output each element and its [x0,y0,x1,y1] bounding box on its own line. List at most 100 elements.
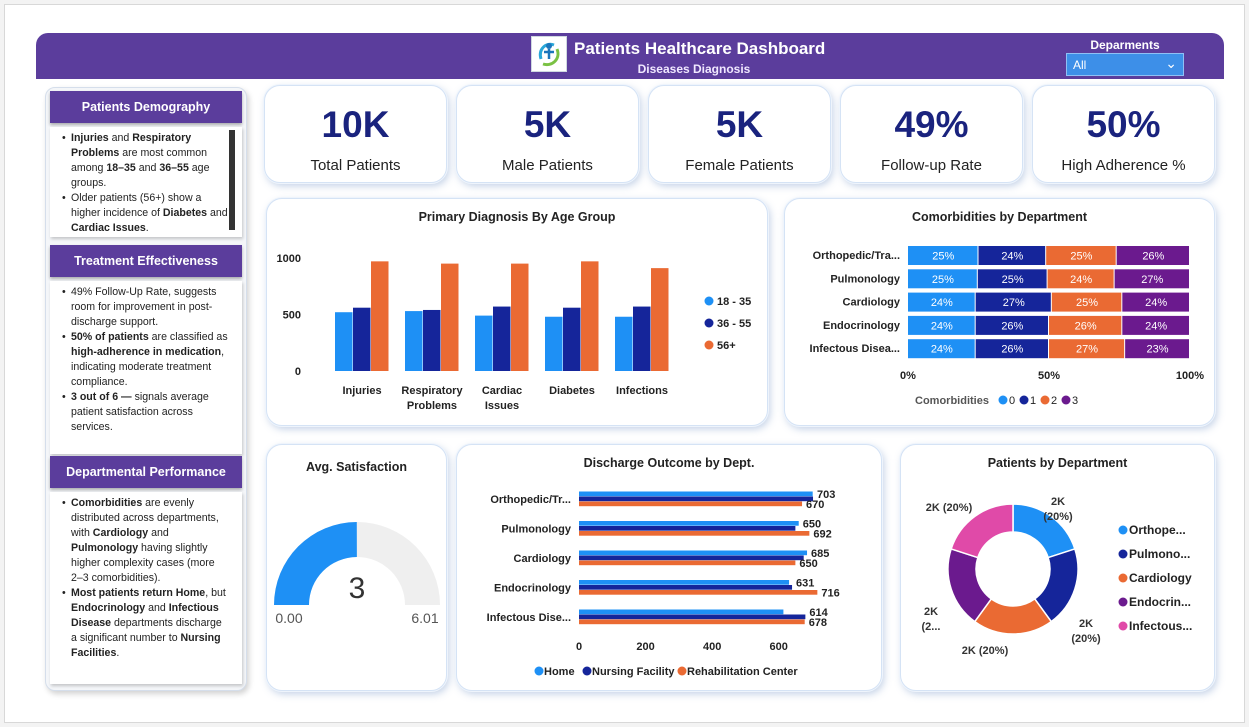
data-label: 27% [1076,344,1098,356]
bar [423,309,441,371]
gauge-fill [274,522,357,605]
y-tick-label: Endocrinology [823,320,901,332]
bar [651,268,669,371]
list-item: 50% of patients are classified as high-a… [62,330,228,390]
x-tick-label: 0% [900,370,916,382]
legend-swatch [1118,621,1128,631]
bar [493,306,511,371]
bar [579,531,810,536]
kpi-label: Female Patients [685,157,794,174]
bar [579,550,808,556]
bar [579,590,818,595]
department-filter-label: Deparments [1090,38,1160,52]
x-tick-label: 200 [636,641,654,653]
bar [405,311,423,371]
legend-label: 1 [1030,395,1036,407]
y-tick-label: 0 [295,366,301,378]
legend-swatch [1118,525,1128,535]
legend-label: Endocrin... [1129,595,1191,609]
legend-swatch [1040,395,1050,405]
satisfaction-gauge: 3 0.00 6.01 [274,522,440,626]
legend-swatch [1118,573,1128,583]
kpi-card-follow-up-rate: 49% Follow-up Rate [840,85,1023,183]
legend-swatch [677,666,687,676]
kpi-value: 50% [1086,104,1161,145]
x-tick-label: Cardiac [482,385,522,397]
kpi-value: 5K [523,104,572,145]
x-tick-label: Injuries [342,385,381,397]
data-label: 24% [931,297,953,309]
legend-label: 3 [1072,395,1078,407]
data-label: 692 [813,529,831,541]
department-filter-value: All [1073,58,1087,72]
bar [579,496,814,502]
y-tick-label: Infectous Disea... [810,343,900,355]
page-title: Patients Healthcare Dashboard [574,39,826,58]
kpi-card-total-patients: 10K Total Patients [264,85,447,183]
list-item: Older patients (56+) show a higher incid… [62,191,228,236]
bar [475,315,493,371]
satisfaction-card: Avg. Satisfaction 3 0.00 6.01 [266,444,447,691]
data-label: 2K (20%) [962,645,1009,657]
y-tick-label: Cardiology [843,297,901,309]
list-item: 49% Follow-Up Rate, suggests room for im… [62,285,228,330]
demography-notes[interactable]: Injuries and Respiratory Problems are mo… [50,127,242,237]
data-label: 678 [809,617,827,629]
legend-title: Comorbidities [915,395,989,407]
page-subtitle: Diseases Diagnosis [637,62,751,76]
kpi-card-high-adherence: 50% High Adherence % [1032,85,1215,183]
legend-label: Rehabilitation Center [687,666,798,678]
y-tick-label: Orthopedic/Tra... [813,250,900,262]
kpi-value: 49% [894,104,969,145]
y-tick-label: Cardiology [514,553,572,565]
legend-swatch [1118,597,1128,607]
legend-label: Home [544,666,575,678]
legend-label: 0 [1009,395,1015,407]
y-tick-label: 500 [283,309,301,321]
chevron-down-icon: ⌄ [1165,55,1177,71]
treatment-heading: Treatment Effectiveness [50,245,242,277]
data-label: 25% [1002,274,1024,286]
data-label: 25% [1076,297,1098,309]
kpi-card-female-patients: 5K Female Patients [648,85,831,183]
kpi-label: Male Patients [502,157,593,174]
x-tick-label: 50% [1038,370,1060,382]
data-label: 26% [1001,320,1023,332]
data-label: (20%) [1071,633,1101,645]
data-label: 2K [924,606,938,618]
discharge-card: Discharge Outcome by Dept. Orthopedic/Tr… [456,444,882,691]
bar [579,619,805,625]
y-tick-label: 1000 [277,253,301,265]
kpi-label: Total Patients [310,157,401,174]
data-label: 27% [1141,274,1163,286]
kpi-value: 5K [715,104,764,145]
bar [511,263,529,371]
x-tick-label: 0 [576,641,582,653]
legend-label: Pulmono... [1129,547,1190,561]
x-tick-label: Problems [407,400,457,412]
comorbidities-chart: Orthopedic/Tra... 25% 24% 25% 26% Pulmonology… [810,246,1204,407]
gauge-max-label: 6.01 [411,610,438,626]
data-label: 25% [932,251,954,263]
data-label: 670 [806,499,824,511]
department-filter-dropdown[interactable]: All ⌄ [1066,53,1184,76]
logo-figure-icon [538,42,560,67]
bar [579,560,796,566]
departmental-notes: Comorbidities are evenly distributed acr… [50,492,242,684]
bar [615,316,633,371]
data-label: 716 [821,588,839,600]
legend-label: 36 - 55 [717,318,751,330]
bar [335,312,353,371]
kpi-label: Follow-up Rate [881,157,982,174]
bar [579,526,796,531]
primary-diagnosis-chart: 0 500 1000 Injuries Respiratory Problems Cardi… [277,253,752,412]
legend-swatch [1061,395,1071,405]
legend-swatch [704,296,714,306]
demography-scrollbar[interactable] [229,130,235,230]
bar [441,263,459,371]
primary-diagnosis-card: Primary Diagnosis By Age Group 0 500 1000 I… [266,198,768,426]
data-label: 26% [1075,320,1097,332]
x-tick-label: Issues [485,400,519,412]
legend-swatch [704,340,714,350]
data-label: 650 [799,558,817,570]
